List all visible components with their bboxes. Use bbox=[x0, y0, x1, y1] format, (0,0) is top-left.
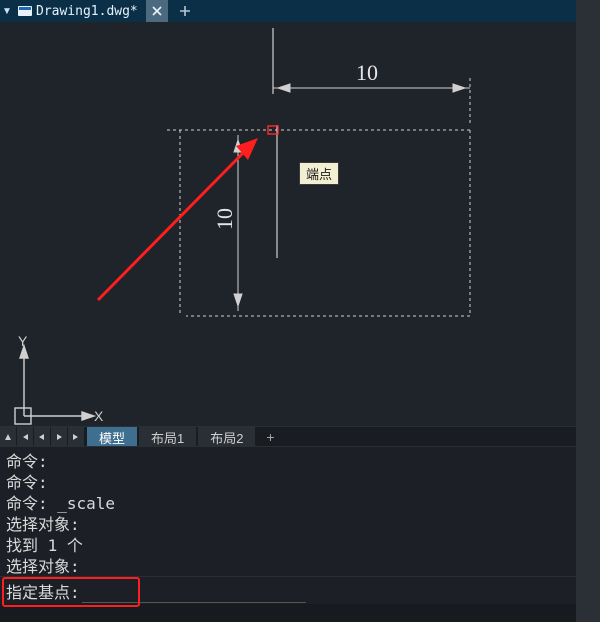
layout-nav-next[interactable] bbox=[51, 427, 68, 447]
command-input[interactable] bbox=[82, 578, 306, 603]
layout-nav-up[interactable] bbox=[0, 427, 17, 447]
command-history-line: 找到 1 个 bbox=[6, 535, 570, 556]
command-input-bar: 指定基点: bbox=[0, 576, 576, 604]
command-history-line: 命令: _scale bbox=[6, 493, 570, 514]
drawing-canvas[interactable]: 10 10 X Y bbox=[0, 22, 576, 426]
layout-add-button[interactable]: + bbox=[261, 427, 279, 447]
command-history-line: 选择对象: bbox=[6, 514, 570, 535]
axis-x-label: X bbox=[94, 408, 104, 424]
layout-tab-row: 模型布局1布局2 + bbox=[0, 426, 576, 447]
layout-tab-1[interactable]: 布局1 bbox=[139, 427, 196, 447]
close-tab-button[interactable] bbox=[146, 0, 168, 22]
command-history[interactable]: 命令:命令:命令: _scale选择对象:找到 1 个选择对象: bbox=[0, 446, 576, 576]
vertical-scrollbar[interactable] bbox=[576, 0, 600, 622]
document-tab-strip: ▼ Drawing1.dwg* bbox=[0, 0, 576, 22]
new-tab-button[interactable] bbox=[174, 0, 196, 22]
dwg-file-icon bbox=[18, 5, 32, 17]
layout-nav-last[interactable] bbox=[68, 427, 85, 447]
axis-y-label: Y bbox=[18, 333, 28, 349]
layout-tab-0[interactable]: 模型 bbox=[87, 427, 137, 447]
command-history-line: 命令: bbox=[6, 451, 570, 472]
command-prompt-label: 指定基点: bbox=[6, 579, 80, 603]
layout-tab-2[interactable]: 布局2 bbox=[198, 427, 255, 447]
dimension-top-label: 10 bbox=[356, 60, 378, 85]
ucs-icon bbox=[15, 346, 94, 424]
command-history-line: 命令: bbox=[6, 472, 570, 493]
dimension-left-label: 10 bbox=[212, 208, 237, 230]
snap-tooltip: 端点 bbox=[299, 162, 339, 185]
layout-nav-first[interactable] bbox=[17, 427, 34, 447]
document-tab-label: Drawing1.dwg* bbox=[36, 4, 138, 19]
command-history-line: 选择对象: bbox=[6, 556, 570, 577]
layout-nav-prev[interactable] bbox=[34, 427, 51, 447]
document-tab[interactable]: Drawing1.dwg* bbox=[14, 0, 144, 22]
tab-strip-toggle[interactable]: ▼ bbox=[0, 0, 14, 22]
